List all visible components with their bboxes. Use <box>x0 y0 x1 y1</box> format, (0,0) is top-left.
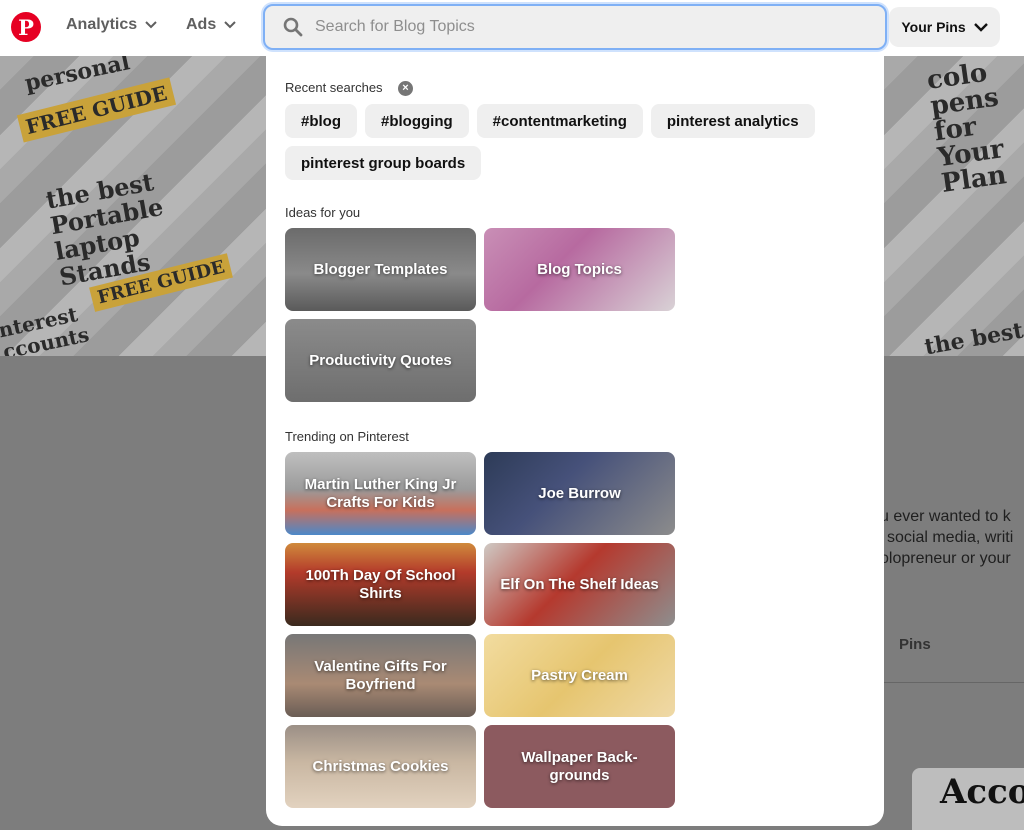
search-icon <box>283 17 303 37</box>
recent-searches-list: #blog #blogging #contentmarketing pinter… <box>285 104 865 180</box>
nav-analytics[interactable]: Analytics <box>66 16 157 34</box>
trending-tile-label: Christmas Cookies <box>312 757 449 775</box>
clear-recent-searches-icon[interactable]: × <box>398 81 413 96</box>
trending-tile-label: Elf On The Shelf Ideas <box>500 575 659 593</box>
collage-text: the best <box>922 317 1024 356</box>
recent-searches-heading: Recent searches <box>285 80 383 95</box>
your-pins-label: Your Pins <box>901 19 966 35</box>
recent-search-chip[interactable]: #contentmarketing <box>476 104 643 138</box>
trending-tile[interactable]: Valentine Gifts For Boyfriend <box>285 634 476 717</box>
trending-tile[interactable]: Martin Luther King Jr Crafts For Kids <box>285 452 476 535</box>
trending-tile[interactable]: Wallpaper Back- grounds <box>484 725 675 808</box>
profile-bio-line: u ever wanted to k <box>880 508 1011 525</box>
trending-tile-label: Martin Luther King Jr Crafts For Kids <box>304 475 457 511</box>
trending-tile[interactable]: Pastry Cream <box>484 634 675 717</box>
trending-tile-label: Joe Burrow <box>538 484 621 502</box>
nav-ads[interactable]: Ads <box>186 16 236 34</box>
idea-tile-label: Blogger Templates <box>313 260 448 278</box>
idea-tile-label: Productivity Quotes <box>309 351 452 369</box>
top-navigation-bar: P Analytics Ads Your Pins <box>0 0 1024 56</box>
nav-analytics-label: Analytics <box>66 16 138 33</box>
chevron-down-icon <box>224 21 236 29</box>
idea-tile[interactable]: Blogger Templates <box>285 228 476 311</box>
background-pin-card[interactable]: Acco <box>912 768 1024 830</box>
idea-tile[interactable]: Blog Topics <box>484 228 675 311</box>
nav-ads-label: Ads <box>186 16 217 33</box>
tab-pins[interactable]: Pins <box>899 636 931 653</box>
trending-tile[interactable]: 100Th Day Of School Shirts <box>285 543 476 626</box>
search-suggestions-dropdown: Recent searches × #blog #blogging #conte… <box>266 56 884 826</box>
profile-bio-line: social media, writi <box>887 529 1014 546</box>
pinterest-logo-icon[interactable]: P <box>11 12 41 42</box>
trending-heading: Trending on Pinterest <box>285 429 409 444</box>
recent-search-chip[interactable]: pinterest group boards <box>285 146 482 180</box>
your-pins-button[interactable]: Your Pins <box>889 7 1000 47</box>
collage-text: colo pens for Your Plan <box>925 57 1009 199</box>
trending-tile-label: Valentine Gifts For Boyfriend <box>314 657 447 693</box>
trending-tile[interactable]: Elf On The Shelf Ideas <box>484 543 675 626</box>
trending-tile-label: Wallpaper Back- grounds <box>521 748 638 784</box>
trending-tile-label: Pastry Cream <box>531 666 628 684</box>
collage-text: nterest ccounts <box>0 302 92 356</box>
trending-tile[interactable]: Christmas Cookies <box>285 725 476 808</box>
search-bar[interactable] <box>263 4 887 50</box>
trending-tile[interactable]: Joe Burrow <box>484 452 675 535</box>
chevron-down-icon <box>145 21 157 29</box>
profile-bio-line: olopreneur or your <box>880 550 1011 567</box>
recent-search-chip[interactable]: pinterest analytics <box>650 104 815 138</box>
tab-divider <box>884 682 1024 683</box>
ideas-grid: Blogger Templates Blog Topics Productivi… <box>285 228 675 402</box>
background-collage-right: colo pens for Your Plan the best <box>884 56 1024 356</box>
ideas-for-you-heading: Ideas for you <box>285 205 361 220</box>
search-input[interactable] <box>315 18 855 36</box>
idea-tile[interactable]: Productivity Quotes <box>285 319 476 402</box>
chevron-down-icon <box>973 22 988 32</box>
trending-grid: Martin Luther King Jr Crafts For Kids Jo… <box>285 452 675 808</box>
background-collage-left: personal FREE GUIDE the best Portable la… <box>0 56 266 356</box>
recent-search-chip[interactable]: #blog <box>285 104 357 138</box>
recent-search-chip[interactable]: #blogging <box>365 104 469 138</box>
idea-tile-label: Blog Topics <box>537 260 622 278</box>
trending-tile-label: 100Th Day Of School Shirts <box>305 566 456 602</box>
